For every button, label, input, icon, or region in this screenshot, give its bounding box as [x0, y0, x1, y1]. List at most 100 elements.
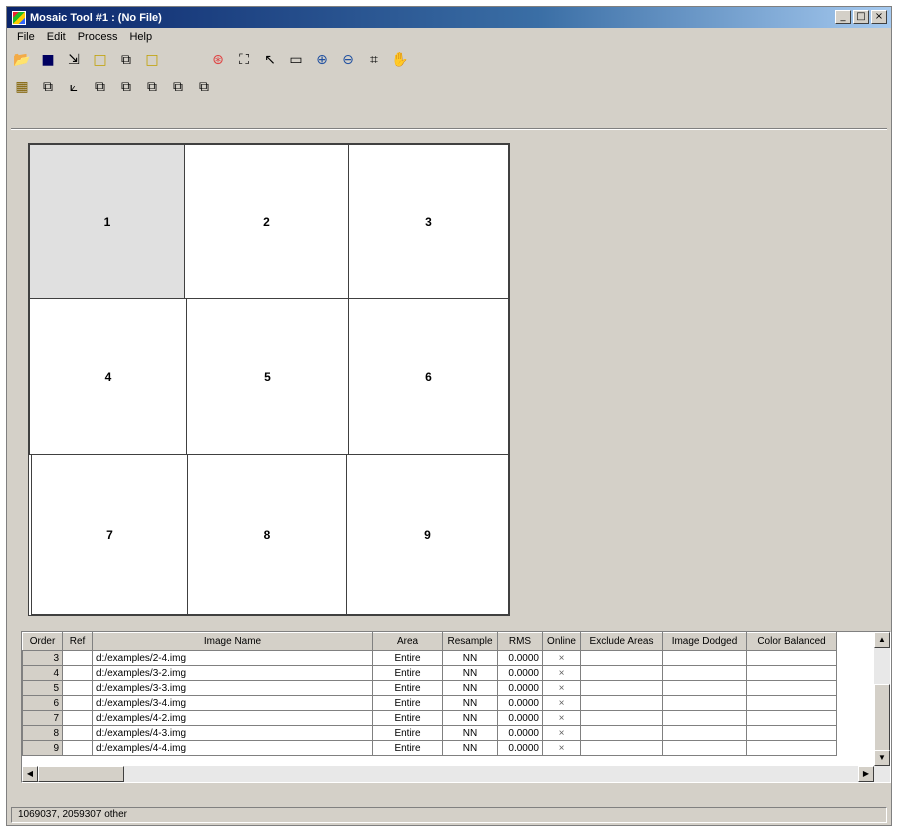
row-color-balanced[interactable] — [746, 680, 837, 696]
marquee-icon[interactable]: ▭ — [285, 49, 307, 71]
menu-process[interactable]: Process — [72, 31, 124, 43]
row-exclude-areas[interactable] — [580, 680, 663, 696]
row-exclude-areas[interactable] — [580, 740, 663, 756]
row-ref[interactable] — [62, 710, 93, 726]
row-ref[interactable] — [62, 665, 93, 681]
image-list-table[interactable]: Order Ref Image Name Area Resample RMS O… — [21, 631, 891, 783]
row-image-name[interactable]: d:/examples/4-4.img — [92, 740, 373, 756]
row-online[interactable]: × — [542, 680, 581, 696]
row-order[interactable]: 5 — [22, 680, 63, 696]
tile-4[interactable]: 4 — [29, 298, 187, 455]
row-resample[interactable]: NN — [442, 680, 498, 696]
table-row[interactable]: 6 d:/examples/3-4.img Entire NN 0.0000 × — [22, 695, 837, 711]
scroll-left-icon[interactable]: ◀ — [22, 766, 38, 782]
row-exclude-areas[interactable] — [580, 710, 663, 726]
row-image-dodged[interactable] — [662, 725, 747, 741]
row-color-balanced[interactable] — [746, 650, 837, 666]
tile-8[interactable]: 8 — [187, 454, 347, 615]
table-row[interactable]: 3 d:/examples/2-4.img Entire NN 0.0000 × — [22, 650, 837, 666]
row-exclude-areas[interactable] — [580, 665, 663, 681]
row-image-dodged[interactable] — [662, 710, 747, 726]
col-color-balanced[interactable]: Color Balanced — [746, 632, 837, 651]
col-online[interactable]: Online — [542, 632, 581, 651]
row-image-name[interactable]: d:/examples/2-4.img — [92, 650, 373, 666]
tile-7[interactable]: 7 — [31, 454, 188, 615]
square-icon[interactable]: □ — [141, 49, 163, 71]
scroll-right-icon[interactable]: ▶ — [858, 766, 874, 782]
row-color-balanced[interactable] — [746, 740, 837, 756]
col-exclude-areas[interactable]: Exclude Areas — [580, 632, 663, 651]
row-ref[interactable] — [62, 650, 93, 666]
row-resample[interactable]: NN — [442, 695, 498, 711]
row-online[interactable]: × — [542, 695, 581, 711]
row-image-dodged[interactable] — [662, 695, 747, 711]
title-bar[interactable]: Mosaic Tool #1 : (No File) _ □ × — [7, 7, 891, 28]
row-color-balanced[interactable] — [746, 695, 837, 711]
row-exclude-areas[interactable] — [580, 695, 663, 711]
row-ref[interactable] — [62, 725, 93, 741]
col-image-name[interactable]: Image Name — [92, 632, 373, 651]
row-order[interactable]: 9 — [22, 740, 63, 756]
row-area[interactable]: Entire — [372, 695, 443, 711]
row-image-dodged[interactable] — [662, 650, 747, 666]
horizontal-scrollbar[interactable]: ◀ ▶ — [22, 766, 874, 782]
row-color-balanced[interactable] — [746, 665, 837, 681]
col-order[interactable]: Order — [22, 632, 63, 651]
import-icon[interactable]: ⇲ — [63, 49, 85, 71]
select-arrow-icon[interactable]: ↖ — [259, 49, 281, 71]
minimize-button[interactable]: _ — [835, 10, 851, 24]
row-online[interactable]: × — [542, 650, 581, 666]
cutline-icon[interactable]: ⟀ — [63, 76, 85, 98]
mosaic-canvas[interactable]: 1 2 3 4 5 6 7 8 9 — [11, 133, 887, 625]
stack-c-icon[interactable]: ⧉ — [141, 76, 163, 98]
table-row[interactable]: 9 d:/examples/4-4.img Entire NN 0.0000 × — [22, 740, 837, 756]
stack-a-icon[interactable]: ⧉ — [89, 76, 111, 98]
col-ref[interactable]: Ref — [62, 632, 93, 651]
target-icon[interactable]: ⊛ — [207, 49, 229, 71]
crop-icon[interactable]: ⌗ — [363, 49, 385, 71]
box-outline-icon[interactable]: □ — [89, 49, 111, 71]
row-image-name[interactable]: d:/examples/3-4.img — [92, 695, 373, 711]
row-online[interactable]: × — [542, 725, 581, 741]
menu-file[interactable]: File — [11, 31, 41, 43]
row-area[interactable]: Entire — [372, 680, 443, 696]
tile-9[interactable]: 9 — [346, 454, 509, 615]
tile-3[interactable]: 3 — [348, 144, 509, 299]
stack-b-icon[interactable]: ⧉ — [115, 76, 137, 98]
row-area[interactable]: Entire — [372, 665, 443, 681]
row-ref[interactable] — [62, 740, 93, 756]
row-online[interactable]: × — [542, 740, 581, 756]
col-rms[interactable]: RMS — [497, 632, 543, 651]
table-row[interactable]: 8 d:/examples/4-3.img Entire NN 0.0000 × — [22, 725, 837, 741]
open-folder-icon[interactable]: 📂 — [11, 49, 33, 71]
row-area[interactable]: Entire — [372, 650, 443, 666]
row-area[interactable]: Entire — [372, 725, 443, 741]
menu-edit[interactable]: Edit — [41, 31, 72, 43]
fit-extent-icon[interactable]: ⛶ — [233, 49, 255, 71]
row-order[interactable]: 8 — [22, 725, 63, 741]
row-exclude-areas[interactable] — [580, 650, 663, 666]
row-image-name[interactable]: d:/examples/3-3.img — [92, 680, 373, 696]
row-order[interactable]: 7 — [22, 710, 63, 726]
close-button[interactable]: × — [871, 10, 887, 24]
row-ref[interactable] — [62, 680, 93, 696]
row-order[interactable]: 3 — [22, 650, 63, 666]
zoom-in-icon[interactable]: ⊕ — [311, 49, 333, 71]
row-resample[interactable]: NN — [442, 665, 498, 681]
col-area[interactable]: Area — [372, 632, 443, 651]
table-row[interactable]: 4 d:/examples/3-2.img Entire NN 0.0000 × — [22, 665, 837, 681]
menu-help[interactable]: Help — [123, 31, 158, 43]
row-order[interactable]: 6 — [22, 695, 63, 711]
overlap-icon[interactable]: ⧉ — [37, 76, 59, 98]
row-exclude-areas[interactable] — [580, 725, 663, 741]
row-color-balanced[interactable] — [746, 710, 837, 726]
row-image-dodged[interactable] — [662, 665, 747, 681]
row-image-dodged[interactable] — [662, 680, 747, 696]
table-row[interactable]: 5 d:/examples/3-3.img Entire NN 0.0000 × — [22, 680, 837, 696]
tile-2[interactable]: 2 — [184, 144, 349, 299]
maximize-button[interactable]: □ — [853, 10, 869, 24]
grid-view-icon[interactable]: ▦ — [11, 76, 33, 98]
stack-e-icon[interactable]: ⧉ — [193, 76, 215, 98]
scroll-up-icon[interactable]: ▲ — [874, 632, 890, 648]
row-area[interactable]: Entire — [372, 740, 443, 756]
